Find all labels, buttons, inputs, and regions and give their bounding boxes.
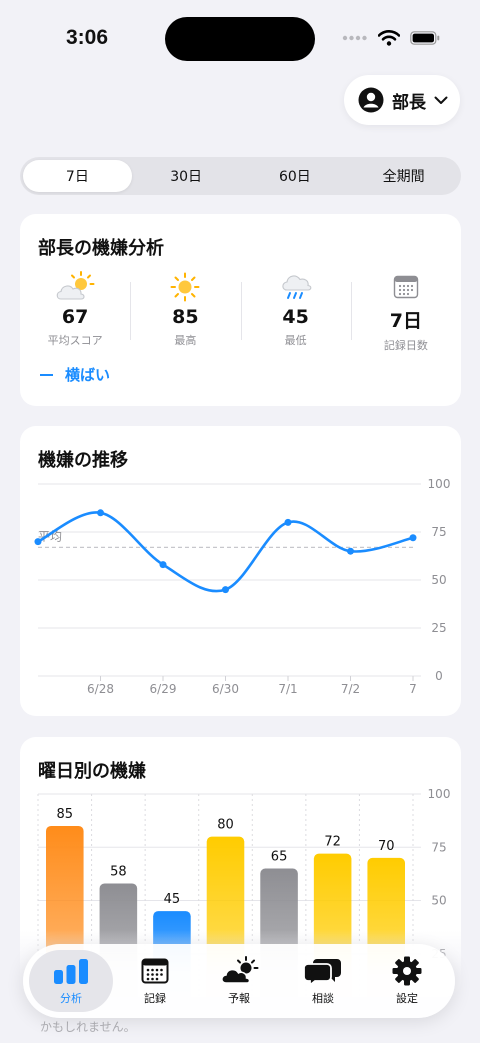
x-tick-label: 6/29 bbox=[150, 682, 177, 696]
stat-min-label: 最低 bbox=[284, 334, 307, 347]
y-tick-label: 50 bbox=[431, 573, 446, 587]
signal-dots-icon bbox=[342, 35, 367, 41]
bar-value-label: 58 bbox=[110, 864, 127, 879]
footnote-text: かもしれません。 bbox=[40, 1020, 136, 1034]
stat-max: 85 最高 bbox=[130, 270, 240, 370]
trend-line-chart: 100 75 50 25 0 6/28 6/29 6/30 7/1 7/2 7 平均 bbox=[34, 477, 451, 696]
status-bar: 3:06 bbox=[0, 0, 480, 80]
tab-forecast[interactable]: 予報 bbox=[197, 950, 281, 1012]
data-point bbox=[222, 586, 229, 594]
tab-settings[interactable]: 設定 bbox=[365, 950, 449, 1012]
stat-days-value: 7日 bbox=[389, 310, 422, 332]
rain-cloud-icon bbox=[281, 275, 311, 299]
stat-max-label: 最高 bbox=[174, 334, 197, 347]
stat-min: 45 最低 bbox=[240, 270, 351, 370]
summary-title: 部長の機嫌分析 bbox=[38, 238, 164, 259]
period-segmented-control: 7日 30日 60日 全期間 bbox=[20, 157, 461, 195]
trend-indicator: 横ばい bbox=[40, 364, 110, 385]
x-tick-label: 7 bbox=[409, 682, 417, 696]
y-tick-label: 75 bbox=[431, 525, 446, 539]
bar-value-label: 70 bbox=[378, 839, 395, 854]
y-tick-label: 100 bbox=[428, 477, 451, 491]
stat-average-label: 平均スコア bbox=[47, 334, 103, 347]
tab-consult-label: 相談 bbox=[312, 992, 334, 1005]
y-tick-label: 100 bbox=[428, 787, 451, 801]
average-label: 平均 bbox=[38, 529, 62, 543]
status-icons bbox=[342, 30, 440, 46]
user-selector[interactable]: 部長 bbox=[344, 75, 460, 125]
chevron-down-icon bbox=[434, 96, 448, 104]
dynamic-island bbox=[165, 17, 315, 61]
tab-consult[interactable]: 相談 bbox=[281, 950, 365, 1012]
data-point bbox=[34, 538, 42, 546]
period-60-days[interactable]: 60日 bbox=[241, 160, 350, 192]
tab-record[interactable]: 記録 bbox=[113, 950, 197, 1012]
calendar-icon bbox=[393, 275, 419, 299]
stat-average: 67 平均スコア bbox=[20, 270, 130, 370]
tab-analysis[interactable]: 分析 bbox=[29, 950, 113, 1012]
tab-record-label: 記録 bbox=[144, 992, 166, 1005]
stat-days: 7日 記録日数 bbox=[350, 270, 461, 370]
summary-stats: 67 平均スコア 85 最高 45 最低 7日 記録日数 bbox=[20, 270, 461, 370]
battery-icon bbox=[410, 31, 440, 45]
stat-average-value: 67 bbox=[61, 306, 89, 328]
chart-bar-icon bbox=[54, 959, 88, 984]
bar-value-label: 45 bbox=[164, 892, 181, 907]
x-tick-label: 6/28 bbox=[87, 682, 114, 696]
trend-chart-card: 機嫌の推移 100 75 50 25 0 6/28 6/29 6/30 7/1 7/2 7 平均 bbox=[20, 426, 461, 716]
person-circle-icon bbox=[358, 87, 384, 113]
stat-max-value: 85 bbox=[172, 306, 199, 328]
calendar-icon bbox=[141, 958, 169, 984]
tab-forecast-label: 予報 bbox=[228, 992, 250, 1005]
wifi-icon bbox=[378, 30, 400, 46]
y-tick-label: 50 bbox=[431, 894, 446, 908]
trend-label: 横ばい bbox=[65, 366, 111, 384]
stat-days-label: 記録日数 bbox=[383, 339, 428, 352]
data-point bbox=[409, 534, 417, 542]
tab-settings-label: 設定 bbox=[396, 992, 418, 1005]
forecast-icon bbox=[221, 956, 259, 984]
flat-trend-icon bbox=[40, 373, 53, 376]
stat-min-value: 45 bbox=[282, 306, 309, 328]
tab-bar: 分析 記録 予報 相談 設定 bbox=[23, 944, 455, 1018]
period-30-days[interactable]: 30日 bbox=[132, 160, 241, 192]
bar-value-label: 72 bbox=[324, 835, 341, 850]
data-point bbox=[347, 547, 354, 555]
sun-icon bbox=[170, 272, 200, 302]
chat-bubbles-icon bbox=[303, 959, 341, 986]
data-point bbox=[284, 518, 292, 526]
series-line bbox=[37, 511, 414, 593]
x-tick-label: 7/1 bbox=[278, 682, 297, 696]
x-tick-label: 7/2 bbox=[341, 682, 360, 696]
gear-hole bbox=[403, 967, 411, 975]
y-tick-label: 75 bbox=[431, 840, 446, 854]
gear-icon bbox=[392, 956, 422, 986]
data-point bbox=[159, 561, 167, 569]
period-all[interactable]: 全期間 bbox=[349, 160, 458, 192]
bar-value-label: 85 bbox=[57, 807, 74, 822]
user-name: 部長 bbox=[392, 92, 426, 113]
bar-value-label: 80 bbox=[217, 818, 234, 833]
y-tick-label: 25 bbox=[431, 621, 446, 635]
bar-value-label: 65 bbox=[271, 850, 288, 865]
x-tick-label: 6/30 bbox=[212, 682, 239, 696]
status-time: 3:06 bbox=[66, 26, 109, 49]
period-7-days[interactable]: 7日 bbox=[23, 160, 132, 192]
tab-analysis-label: 分析 bbox=[60, 992, 82, 1005]
partly-sunny-icon bbox=[56, 271, 95, 300]
summary-card: 部長の機嫌分析 67 平均スコア 85 最高 45 最低 7日 記録日数 横ばい bbox=[20, 214, 461, 406]
y-tick-label: 0 bbox=[435, 669, 443, 683]
data-point bbox=[97, 509, 104, 517]
